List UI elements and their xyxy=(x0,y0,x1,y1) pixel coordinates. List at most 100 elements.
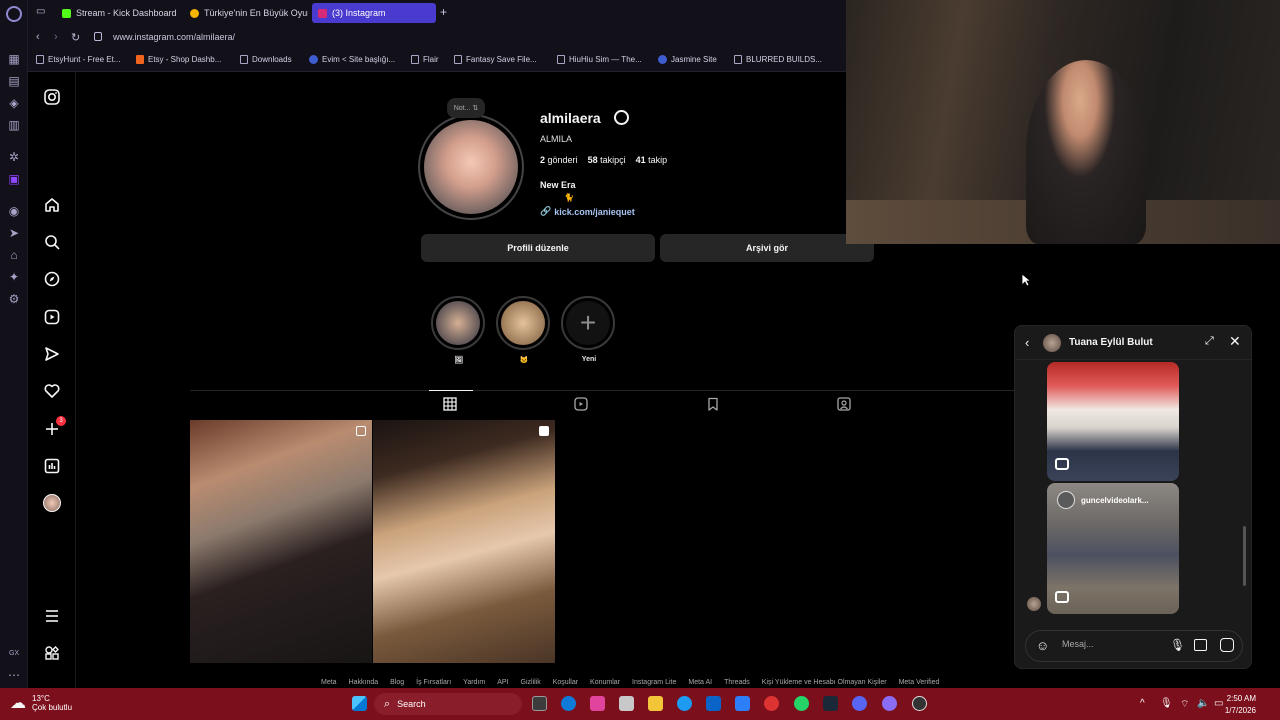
lock-icon[interactable] xyxy=(94,32,102,41)
wifi-icon[interactable]: ⌔ xyxy=(1180,698,1189,711)
footer-link[interactable]: Konumlar xyxy=(590,679,620,686)
forward-icon[interactable]: › xyxy=(54,31,58,43)
whatsapp-icon[interactable] xyxy=(794,696,809,711)
battery-icon[interactable]: ▭ xyxy=(1214,698,1223,709)
settings-icon[interactable]: ⚙ xyxy=(5,290,23,308)
back-chevron-icon[interactable]: ‹ xyxy=(1025,335,1029,350)
tab-instagram[interactable]: (3) Instagram xyxy=(312,3,436,23)
chatgpt-icon[interactable]: ✲ xyxy=(5,148,23,166)
shared-reel-message[interactable]: guncelvideolark... xyxy=(1047,483,1179,614)
following-stat[interactable]: 41 takip xyxy=(636,155,668,165)
footer-link[interactable]: Blog xyxy=(390,679,404,686)
search-box[interactable]: ⌕ Search xyxy=(374,693,522,715)
tab-reels-icon[interactable] xyxy=(574,397,590,413)
scrollbar[interactable] xyxy=(1243,526,1246,586)
bookmark-item[interactable]: Fantasy Save File... xyxy=(454,55,537,64)
notifications-heart-icon[interactable] xyxy=(43,382,61,400)
emoji-icon[interactable]: ☺ xyxy=(1036,638,1049,653)
bookmark-item[interactable]: Etsy - Shop Dashb... xyxy=(136,55,221,64)
app-icon[interactable] xyxy=(677,696,692,711)
bookmark-item[interactable]: HiuHiu Sim — The... xyxy=(557,55,642,64)
contact-name[interactable]: Tuana Eylül Bulut xyxy=(1069,337,1153,348)
chevron-up-icon[interactable]: ^ xyxy=(1140,698,1145,709)
also-from-meta-icon[interactable] xyxy=(43,644,61,662)
profile-link[interactable]: 🔗 kick.com/janiequet xyxy=(540,206,635,217)
footer-link[interactable]: Koşullar xyxy=(553,679,578,686)
create-plus-icon[interactable] xyxy=(43,420,61,438)
tab-posts-grid-icon[interactable] xyxy=(429,390,473,413)
weather-widget[interactable]: ☁ 13°C Çok bulutlu xyxy=(10,693,72,713)
bookmark-item[interactable]: Flair xyxy=(411,55,439,64)
back-icon[interactable]: ‹ xyxy=(36,31,40,43)
control-icon[interactable]: ▥ xyxy=(5,116,23,134)
app-icon[interactable] xyxy=(735,696,750,711)
start-windows-icon[interactable] xyxy=(352,696,367,711)
new-highlight[interactable]: + Yeni xyxy=(561,296,617,363)
gift-icon[interactable]: ✦ xyxy=(5,268,23,286)
footer-link[interactable]: Hakkında xyxy=(349,679,379,686)
followers-stat[interactable]: 58 takipçi xyxy=(588,155,626,165)
more-icon[interactable]: ⋯ xyxy=(5,666,23,684)
tabs-icon[interactable]: ▦ xyxy=(5,50,23,68)
bookmark-item[interactable]: EtsyHunt - Free Et... xyxy=(36,55,120,64)
twitch-icon[interactable]: ▣ xyxy=(5,170,23,188)
tab-saved-icon[interactable] xyxy=(706,397,722,413)
gx-corner-icon[interactable]: GX xyxy=(5,644,23,662)
view-archive-button[interactable]: Arşivi gör xyxy=(660,234,874,262)
contact-avatar[interactable] xyxy=(1043,334,1061,352)
profile-avatar[interactable] xyxy=(43,494,61,512)
footer-link[interactable]: Kişi Yükleme ve Hesabı Olmayan Kişiler xyxy=(762,679,887,686)
post-thumbnail[interactable] xyxy=(373,420,555,663)
post-thumbnail[interactable] xyxy=(190,420,372,663)
edge-icon[interactable] xyxy=(561,696,576,711)
explore-icon[interactable] xyxy=(43,270,61,288)
sticker-icon[interactable] xyxy=(1220,638,1234,652)
microphone-icon[interactable]: 🎙 xyxy=(1160,698,1173,709)
reels-icon[interactable] xyxy=(43,308,61,326)
footer-link[interactable]: İş Fırsatları xyxy=(416,679,451,686)
opera-logo-icon[interactable] xyxy=(6,6,22,22)
url-field[interactable]: www.instagram.com/almilaera/ xyxy=(113,32,235,42)
microphone-icon[interactable]: 🎙 xyxy=(1170,638,1185,652)
footer-link[interactable]: Meta AI xyxy=(688,679,712,686)
bookmark-item[interactable]: Jasmine Site xyxy=(658,55,717,64)
bookmark-item[interactable]: Downloads xyxy=(240,55,292,64)
settings-gear-icon[interactable] xyxy=(614,110,629,125)
bookmark-item[interactable]: Evim < Site başlığı... xyxy=(309,55,395,64)
tab-game-store[interactable]: Türkiye'nin En Büyük Oyun xyxy=(184,3,308,23)
home-icon[interactable] xyxy=(43,196,61,214)
dashboard-icon[interactable] xyxy=(43,457,61,475)
footer-link[interactable]: Meta xyxy=(321,679,337,686)
messages-icon[interactable] xyxy=(43,345,61,363)
bookmarks-icon[interactable]: ▤ xyxy=(5,72,23,90)
clock[interactable]: 2:50 AM 1/7/2026 xyxy=(1225,693,1256,717)
footer-link[interactable]: Gizlilik xyxy=(521,679,541,686)
player-icon[interactable]: ◉ xyxy=(5,202,23,220)
app-icon[interactable] xyxy=(882,696,897,711)
close-icon[interactable]: ✕ xyxy=(1229,333,1241,350)
tab-tagged-icon[interactable] xyxy=(837,397,853,413)
footer-link[interactable]: Meta Verified xyxy=(899,679,940,686)
footer-link[interactable]: Yardım xyxy=(463,679,485,686)
send-icon[interactable]: ➤ xyxy=(5,224,23,242)
edit-profile-button[interactable]: Profili düzenle xyxy=(421,234,655,262)
tab-kick[interactable]: Stream - Kick Dashboard xyxy=(56,3,180,23)
highlight-item[interactable]: 🐱 xyxy=(496,296,552,364)
discord-icon[interactable] xyxy=(852,696,867,711)
expand-icon[interactable]: ⤢ xyxy=(1205,335,1214,348)
note-bubble[interactable]: Not... ⇅ xyxy=(447,98,485,118)
obs-icon[interactable] xyxy=(912,696,927,711)
store-icon[interactable] xyxy=(619,696,634,711)
workspace-icon[interactable]: ▭ xyxy=(36,6,45,17)
extensions-icon[interactable]: ◈ xyxy=(5,94,23,112)
highlight-item[interactable]: 🖼 xyxy=(431,296,487,364)
search-icon[interactable] xyxy=(43,233,61,251)
outlook-icon[interactable] xyxy=(706,696,721,711)
footer-link[interactable]: API xyxy=(497,679,508,686)
footer-link[interactable]: Instagram Lite xyxy=(632,679,676,686)
profile-picture[interactable] xyxy=(418,114,524,220)
reload-icon[interactable]: ↻ xyxy=(71,31,80,44)
instagram-logo-icon[interactable] xyxy=(43,88,61,106)
copilot-icon[interactable] xyxy=(590,696,605,711)
bookmark-item[interactable]: BLURRED BUILDS... xyxy=(734,55,822,64)
